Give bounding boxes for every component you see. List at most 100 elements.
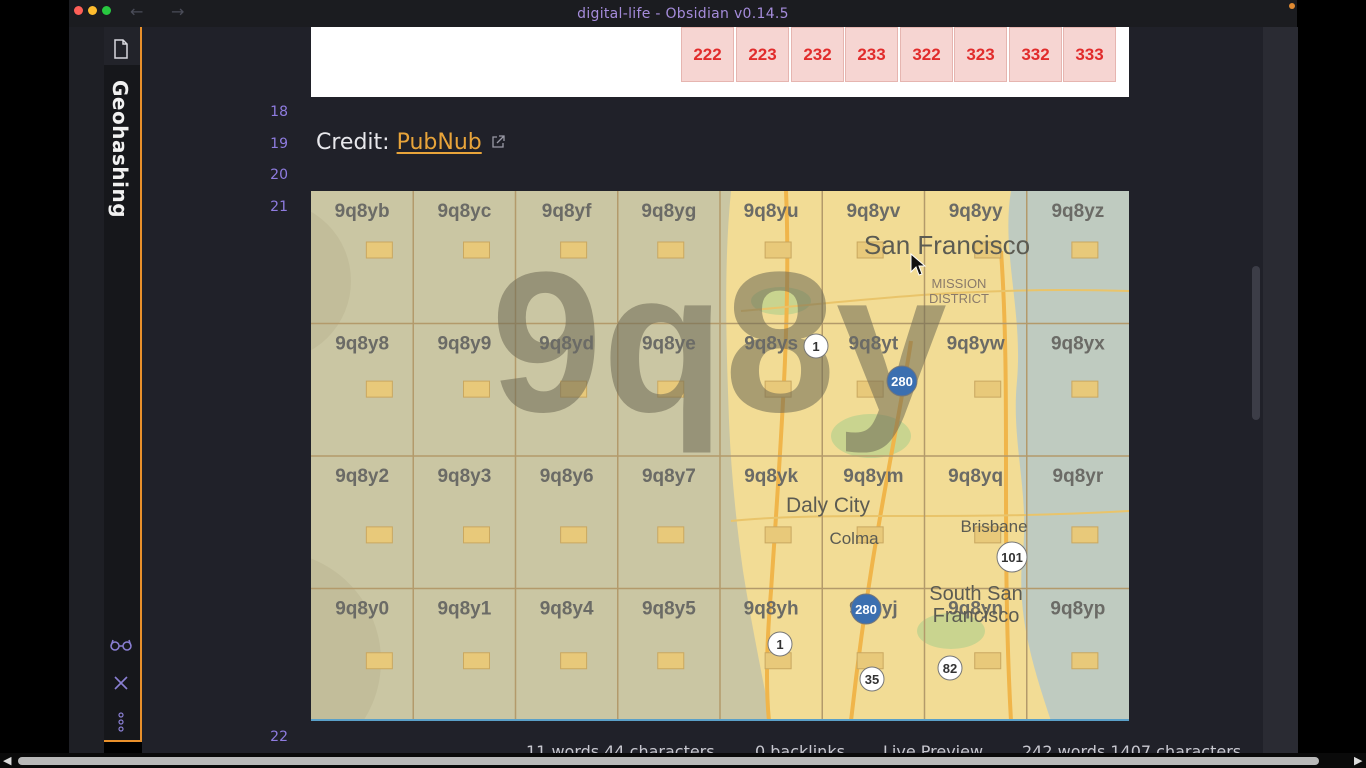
window-title: digital-life - Obsidian v0.14.5 (577, 6, 789, 22)
marker-box (974, 380, 1002, 398)
table-cell: 222 (681, 27, 734, 82)
app-window: ← → digital-life - Obsidian v0.14.5 Geoh… (0, 0, 1366, 768)
marker-box (365, 380, 393, 398)
marker-box (365, 241, 393, 259)
place-label: Brisbane (960, 517, 1027, 536)
place-label: San Francisco (864, 230, 1030, 260)
grid-cell-label: 9q8y5 (642, 599, 696, 620)
route-shield-label: 280 (855, 602, 877, 617)
right-ribbon (1263, 27, 1298, 753)
table-cell: 233 (845, 27, 898, 82)
marker-box (462, 526, 490, 544)
grid-cell-label: 9q8yf (542, 201, 592, 222)
marker-box (1071, 380, 1099, 398)
route-shield-label: 101 (1001, 550, 1023, 565)
place-label: DISTRICT (929, 291, 989, 306)
grid-cell-label: 9q8yc (437, 201, 491, 222)
marker-box (1071, 526, 1099, 544)
horizontal-scroll-thumb[interactable] (18, 757, 1319, 765)
place-label: MISSION (932, 276, 987, 291)
marker-box (462, 380, 490, 398)
route-shield-label: 35 (865, 672, 879, 687)
place-label: Francisco (933, 605, 1020, 627)
route-shield-label: 1 (812, 339, 819, 354)
marker-box (560, 526, 588, 544)
glasses-icon[interactable] (109, 636, 133, 654)
grid-cell-label: 9q8yh (744, 599, 799, 620)
marker-box (462, 241, 490, 259)
table-cell: 332 (1009, 27, 1062, 82)
more-icon[interactable] (115, 711, 127, 733)
external-link-icon[interactable] (486, 134, 505, 153)
marker-box (657, 526, 685, 544)
table-cell: 333 (1063, 27, 1116, 82)
pubnub-link[interactable]: PubNub (397, 130, 482, 155)
grid-cell-label: 9q8ys (744, 334, 798, 355)
marker-box (1071, 652, 1099, 670)
map-svg: 9q8y 9q8yb 9q8yc 9q8yf 9q8yg 9q8yu 9q8yv 9q8yy… (311, 191, 1129, 719)
file-icon[interactable] (111, 38, 131, 60)
grid-cell-label: 9q8yv (846, 201, 900, 222)
table-cell: 223 (736, 27, 789, 82)
line-number: 22 (270, 729, 288, 745)
grid-cell-label: 9q8yq (948, 466, 1003, 487)
line-number: 19 (270, 136, 288, 152)
grid-cell-label: 9q8y3 (437, 466, 491, 487)
line-number: 20 (270, 167, 288, 183)
grid-cell-label: 9q8y6 (540, 466, 594, 487)
sidebar-pane-title[interactable]: Geohashing (108, 80, 132, 218)
left-ribbon (69, 27, 104, 753)
grid-cell-label: 9q8yd (539, 334, 594, 355)
grid-cell-label: 9q8yb (335, 201, 390, 222)
marker-box (974, 652, 1002, 670)
status-dot (1289, 3, 1295, 9)
grid-cell-label: 9q8y9 (437, 334, 491, 355)
marker-box (657, 652, 685, 670)
geohash-map-image[interactable]: 9q8y 9q8yb 9q8yc 9q8yf 9q8yg 9q8yu 9q8yv 9q8yy… (311, 191, 1129, 721)
close-icon[interactable] (112, 674, 130, 692)
marker-box (462, 652, 490, 670)
horizontal-scrollbar[interactable]: ◀ ▶ (0, 753, 1366, 768)
table-cell: 322 (900, 27, 953, 82)
marker-box (856, 652, 884, 670)
credit-prefix: Credit: (316, 130, 397, 155)
line-number: 21 (270, 199, 288, 215)
grid-cell-label: 9q8yp (1050, 599, 1105, 620)
grid-cell-label: 9q8yt (849, 334, 899, 355)
place-label: Daly City (786, 494, 871, 517)
line-number: 18 (270, 104, 288, 120)
vertical-scrollbar[interactable] (1252, 266, 1260, 420)
grid-cell-label: 9q8ye (642, 334, 696, 355)
embedded-table-image: 222 223 232 233 322 323 332 333 (311, 27, 1129, 97)
credit-line: Credit: PubNub (316, 130, 505, 155)
grid-cell-label: 9q8y1 (437, 599, 491, 620)
marker-box (365, 652, 393, 670)
grid-cell-label: 9q8yz (1051, 201, 1104, 222)
marker-box (560, 652, 588, 670)
grid-cell-label: 9q8yg (641, 201, 696, 222)
grid-cell-label: 9q8yu (744, 201, 799, 222)
mouse-cursor-icon (910, 252, 927, 282)
route-shield-label: 82 (943, 661, 957, 676)
grid-cell-label: 9q8y7 (642, 466, 696, 487)
grid-cell-label: 9q8y4 (540, 599, 594, 620)
marker-box (365, 526, 393, 544)
grid-cell-label: 9q8ym (843, 466, 903, 487)
grid-cell-label: 9q8y0 (335, 599, 389, 620)
table-cell: 323 (954, 27, 1007, 82)
marker-box (764, 526, 792, 544)
grid-cell-label: 9q8y2 (335, 466, 389, 487)
place-label: South San (929, 583, 1022, 605)
scroll-right-icon[interactable]: ▶ (1354, 754, 1362, 767)
grid-cell-label: 9q8yr (1053, 466, 1104, 487)
grid-cell-label: 9q8yw (947, 334, 1005, 355)
route-shield-label: 280 (891, 374, 913, 389)
place-label: Colma (829, 529, 879, 548)
scroll-left-icon[interactable]: ◀ (3, 754, 11, 767)
table-cell: 232 (791, 27, 844, 82)
grid-cell-label: 9q8yx (1051, 334, 1105, 355)
grid-cell-label: 9q8y8 (335, 334, 389, 355)
marker-box (1071, 241, 1099, 259)
route-shield-label: 1 (776, 637, 783, 652)
grid-cell-label: 9q8yk (744, 466, 798, 487)
